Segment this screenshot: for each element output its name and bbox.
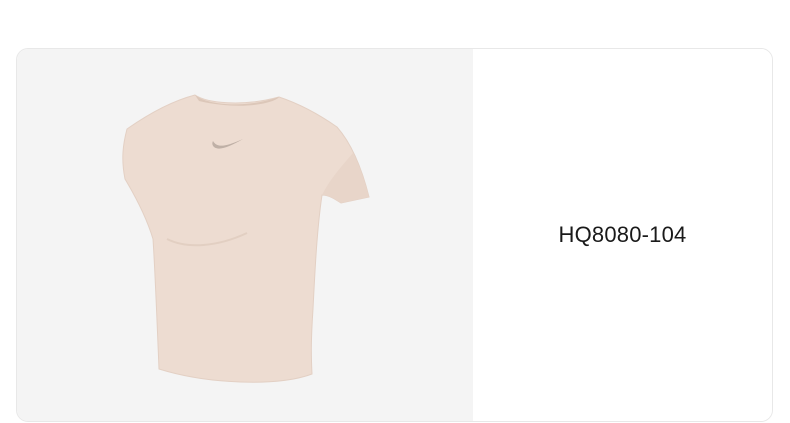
product-card[interactable]: HQ8080-104 bbox=[16, 48, 773, 422]
tshirt-icon bbox=[122, 94, 370, 383]
product-info-panel: HQ8080-104 bbox=[473, 49, 772, 421]
product-image-panel[interactable] bbox=[17, 49, 473, 421]
tshirt-body bbox=[122, 94, 370, 383]
product-sku: HQ8080-104 bbox=[558, 222, 687, 247]
